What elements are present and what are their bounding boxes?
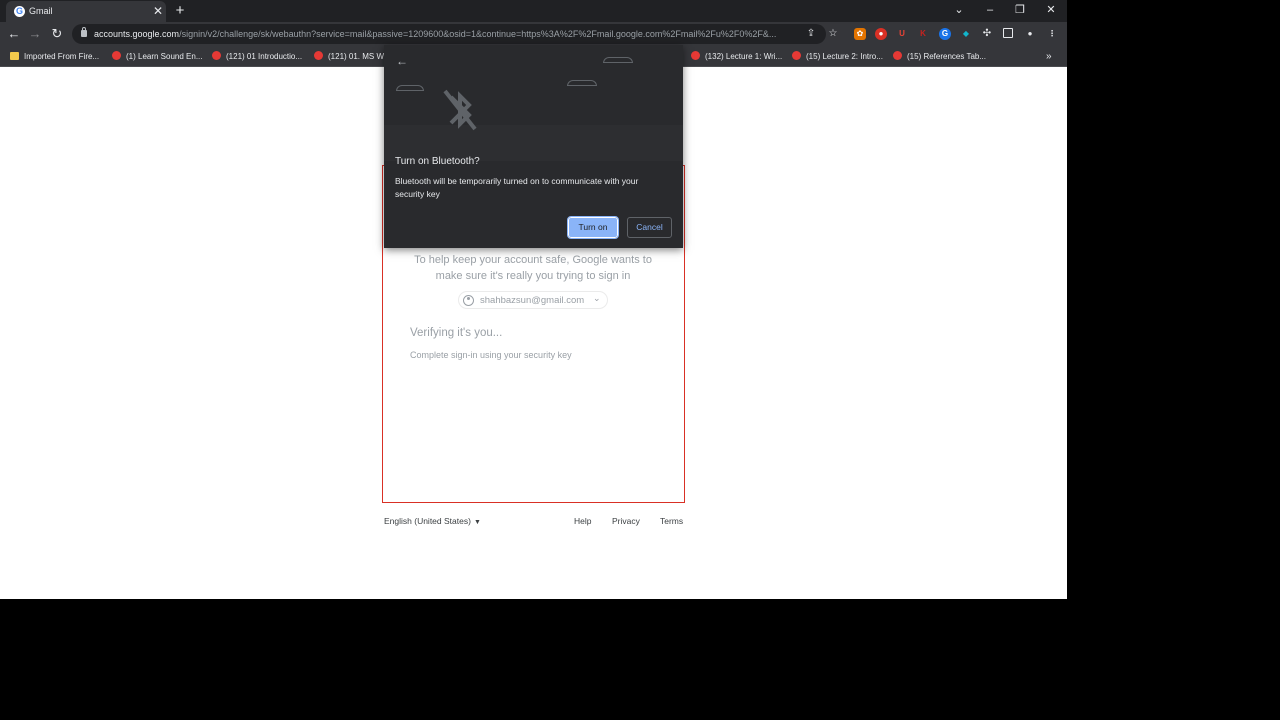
browser-window: G Gmail ✕ + ⌄ – ❐ ✕ ← → ↻ accounts.googl… [0, 0, 1067, 599]
bookmark-item[interactable]: Imported From Fire... [10, 50, 99, 63]
back-icon[interactable]: ← [6, 26, 22, 42]
extension-4-icon[interactable]: ◆ [960, 28, 972, 40]
bookmark-item[interactable]: (1) Learn Sound En... [112, 50, 203, 63]
bluetooth-disabled-icon [443, 89, 477, 131]
privacy-link[interactable]: Privacy [612, 516, 640, 526]
caret-down-icon: ▼ [473, 519, 481, 526]
reload-icon[interactable]: ↻ [49, 26, 65, 42]
account-circle-icon [463, 295, 474, 306]
bookmark-item[interactable]: (15) References Tab... [893, 50, 986, 63]
url-host: accounts.google.com [94, 29, 180, 39]
address-bar[interactable]: accounts.google.com/signin/v2/challenge/… [72, 24, 826, 44]
minimize-icon[interactable]: – [980, 2, 1000, 18]
tab-title: Gmail [29, 6, 53, 16]
extension-2-icon[interactable]: ● [875, 28, 887, 40]
chevron-down-icon: ⌄ [593, 293, 601, 303]
youtube-icon [212, 51, 221, 60]
tab-gmail[interactable]: G Gmail ✕ [6, 1, 166, 22]
account-chip[interactable]: shahbazsun@gmail.com ⌄ [458, 291, 608, 309]
youtube-icon [112, 51, 121, 60]
help-link[interactable]: Help [574, 516, 591, 526]
extension-k-icon[interactable]: K [917, 28, 929, 40]
tab-search-icon[interactable]: ⌄ [949, 2, 969, 18]
side-panel-icon[interactable] [1003, 28, 1013, 38]
dialog-body: Bluetooth will be temporarily turned on … [395, 176, 639, 199]
dialog-illustration [384, 45, 683, 125]
restore-icon[interactable]: ❐ [1010, 2, 1030, 18]
bookmark-item[interactable]: (121) 01 Introductio... [212, 50, 302, 63]
more-bookmarks-icon[interactable]: » [1046, 50, 1052, 63]
new-tab-icon[interactable]: + [172, 3, 188, 19]
forward-icon[interactable]: → [27, 26, 43, 42]
bookmark-item[interactable]: (121) 01. MS W [314, 50, 384, 63]
youtube-icon [893, 51, 902, 60]
close-tab-icon[interactable]: ✕ [151, 4, 165, 18]
cloud-icon [567, 80, 597, 86]
extension-3-icon[interactable]: G [939, 28, 951, 40]
url-text[interactable]: accounts.google.com/signin/v2/challenge/… [94, 29, 794, 39]
profile-icon[interactable]: ● [1024, 28, 1036, 40]
close-window-icon[interactable]: ✕ [1041, 2, 1061, 18]
youtube-icon [792, 51, 801, 60]
tab-strip: G Gmail ✕ + ⌄ – ❐ ✕ [0, 0, 1067, 22]
extensions-puzzle-icon[interactable]: ✣ [981, 28, 993, 40]
url-path: /signin/v2/challenge/sk/webauthn?service… [179, 29, 777, 39]
youtube-icon [314, 51, 323, 60]
share-icon[interactable]: ⇪ [804, 27, 818, 41]
extension-1-icon[interactable]: ✿ [854, 28, 866, 40]
cloud-icon [396, 85, 424, 91]
help-text: To help keep your account safe, Google w… [414, 254, 652, 282]
youtube-icon [691, 51, 700, 60]
account-email: shahbazsun@gmail.com [480, 295, 585, 306]
extension-u-icon[interactable]: U [896, 28, 908, 40]
cloud-icon [603, 57, 633, 63]
browser-toolbar: ← → ↻ accounts.google.com/signin/v2/chal… [0, 22, 1067, 46]
google-favicon-icon: G [14, 6, 25, 17]
dialog-title: Turn on Bluetooth? [395, 156, 480, 167]
terms-link[interactable]: Terms [660, 516, 683, 526]
cancel-button[interactable]: Cancel [627, 217, 672, 238]
language-selector[interactable]: English (United States) ▼ [384, 516, 481, 526]
bookmark-item[interactable]: (15) Lecture 2: Intro... [792, 50, 883, 63]
bookmark-star-icon[interactable]: ☆ [826, 27, 840, 41]
verify-subtitle: Complete sign-in using your security key [410, 350, 572, 360]
lock-icon[interactable] [81, 27, 87, 37]
bookmark-item[interactable]: (132) Lecture 1: Wri... [691, 50, 782, 63]
bluetooth-dialog: ← Turn on Bluetooth? Bluetooth will be t… [384, 45, 683, 248]
menu-kebab-icon[interactable]: ⋮ [1046, 28, 1058, 40]
back-arrow-icon[interactable]: ← [396, 54, 410, 68]
folder-icon [10, 52, 19, 60]
verify-title: Verifying it's you... [410, 327, 503, 339]
turn-on-button[interactable]: Turn on [567, 216, 619, 239]
